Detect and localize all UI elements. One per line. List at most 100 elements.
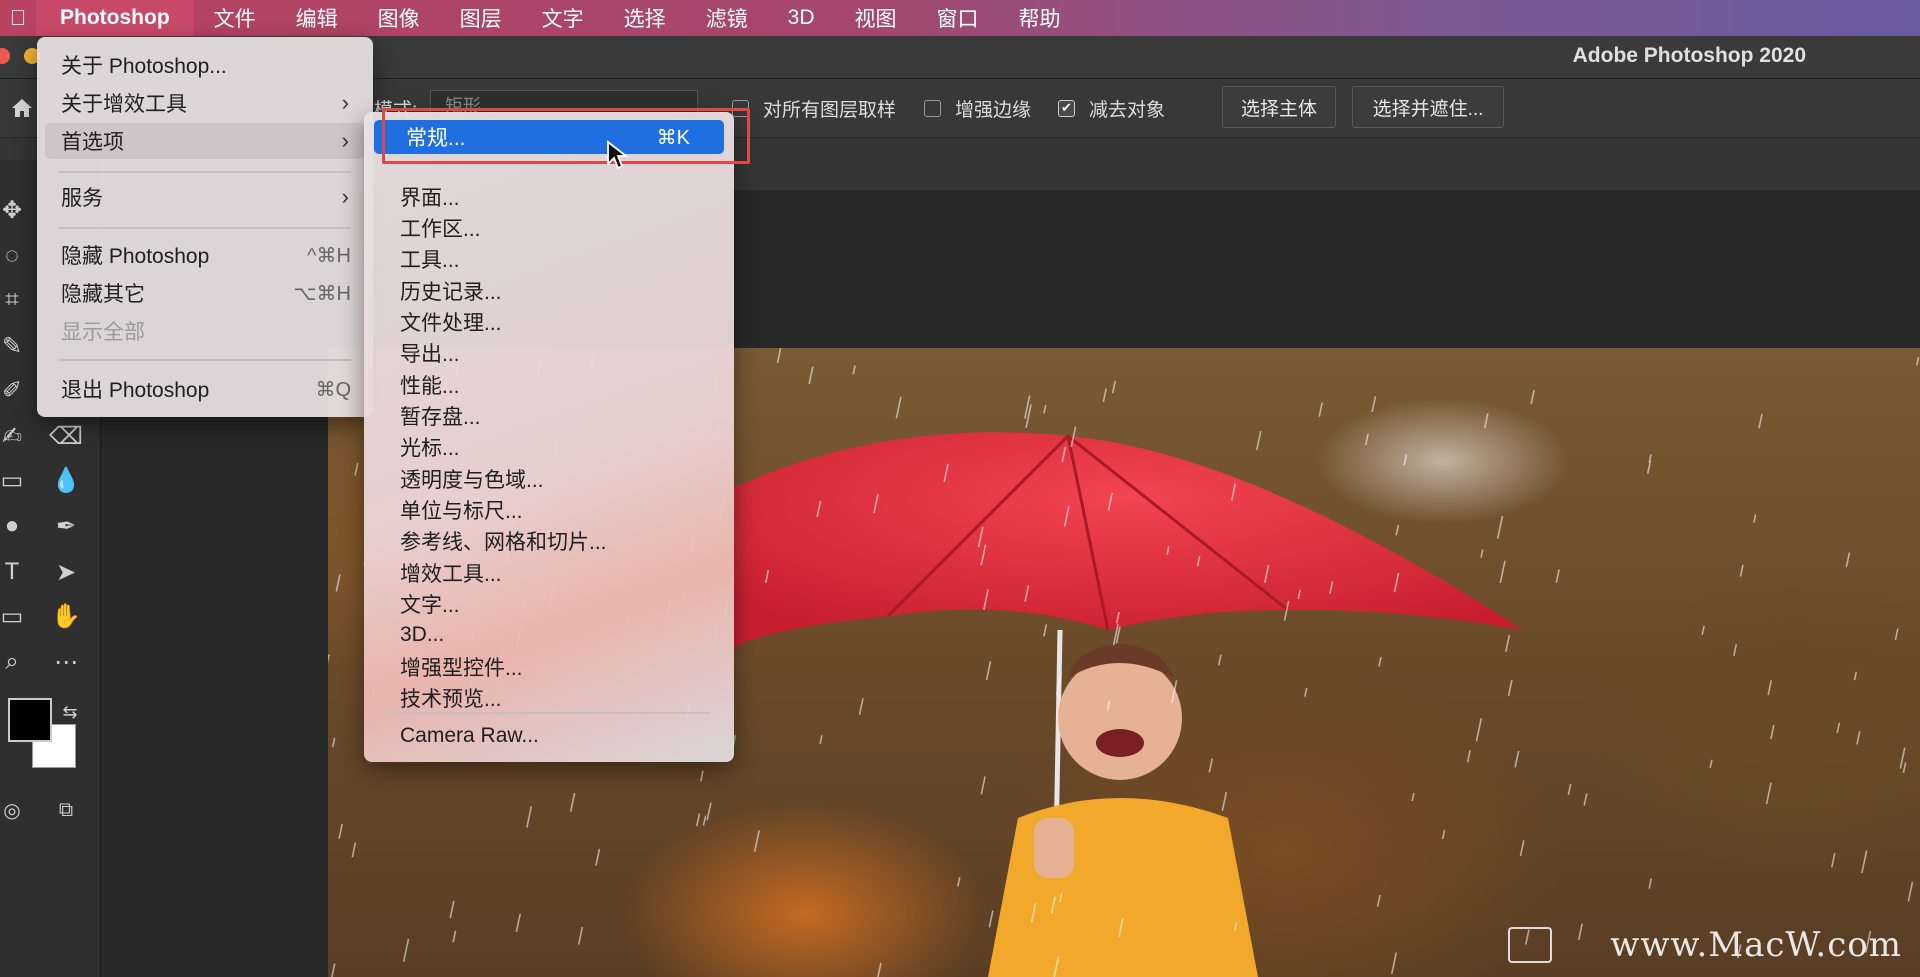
rain-streak <box>1567 783 1572 796</box>
brush-tool-icon[interactable]: ✐ <box>0 370 32 410</box>
rain-streak <box>577 926 584 945</box>
rain-streak <box>1221 792 1228 812</box>
path-select-tool-icon[interactable]: ➤ <box>46 552 86 592</box>
pref-item-camera-raw[interactable]: Camera Raw... <box>400 721 539 751</box>
menu-photoshop[interactable]: Photoshop <box>36 0 194 36</box>
rain-streak <box>1475 718 1483 742</box>
zoom-tool-icon[interactable]: ⌕ <box>0 642 32 682</box>
menu-item-quit-photoshop[interactable]: 退出 Photoshop ⌘Q <box>45 371 365 407</box>
rain-streak <box>1318 402 1323 417</box>
home-icon[interactable] <box>2 88 42 128</box>
rain-streak <box>957 876 961 887</box>
pref-item-enhanced-controls[interactable]: 增强型控件... <box>400 652 523 682</box>
hand-tool-icon[interactable]: ✋ <box>46 596 86 636</box>
apple-icon[interactable]:  <box>0 0 36 36</box>
pen-tool-icon[interactable]: ✒ <box>46 506 86 546</box>
sample-all-layers-checkbox[interactable]: 对所有图层取样 <box>732 79 896 137</box>
pref-item-plugins[interactable]: 增效工具... <box>400 558 502 588</box>
rain-streak <box>1739 564 1744 577</box>
rain-streak <box>595 848 601 866</box>
menu-view[interactable]: 视图 <box>835 0 917 36</box>
menu-select[interactable]: 选择 <box>604 0 686 36</box>
dodge-tool-icon[interactable]: ● <box>0 506 32 546</box>
pref-item-file-handling[interactable]: 文件处理... <box>400 307 502 337</box>
rain-streak <box>1043 404 1047 414</box>
select-and-mask-button[interactable]: 选择并遮住... <box>1352 86 1504 128</box>
rain-streak <box>700 770 704 782</box>
menu-3d[interactable]: 3D <box>768 0 835 36</box>
preferences-submenu: 界面... 工作区... 工具... 历史记录... 文件处理... 导出...… <box>364 112 734 762</box>
quick-mask-icon[interactable]: ◎ <box>0 790 32 830</box>
pref-item-workspace[interactable]: 工作区... <box>400 213 481 243</box>
highlight-box <box>382 108 750 164</box>
type-tool-icon[interactable]: T <box>0 552 32 592</box>
rectangle-tool-icon[interactable]: ▭ <box>0 596 32 636</box>
menu-filter[interactable]: 滤镜 <box>686 0 768 36</box>
pref-item-units-rulers[interactable]: 单位与标尺... <box>400 495 523 525</box>
move-tool-icon[interactable]: ✥ <box>0 190 32 230</box>
menu-window[interactable]: 窗口 <box>917 0 999 36</box>
rain-streak <box>1902 762 1907 773</box>
menu-separator <box>59 359 351 361</box>
rain-streak <box>895 396 902 419</box>
rain-streak <box>753 830 760 852</box>
pref-item-history[interactable]: 历史记录... <box>400 276 502 306</box>
rain-streak <box>702 815 707 826</box>
rain-streak <box>1371 396 1377 413</box>
pref-item-tools[interactable]: 工具... <box>400 244 460 274</box>
menu-item-about-photoshop[interactable]: 关于 Photoshop... <box>45 47 365 83</box>
subtract-label: 减去对象 <box>1089 99 1166 121</box>
more-tools-icon[interactable]: ⋯ <box>46 642 86 682</box>
rain-streak <box>1378 657 1382 667</box>
gradient-tool-icon[interactable]: ▭ <box>0 460 32 500</box>
menu-item-preferences[interactable]: 首选项 › <box>45 123 365 159</box>
enhance-edge-checkbox[interactable]: 增强边缘 <box>924 79 1031 137</box>
menu-edit[interactable]: 编辑 <box>276 0 358 36</box>
select-subject-button[interactable]: 选择主体 <box>1222 86 1336 128</box>
watermark-text: www.MacW.com <box>1610 925 1902 965</box>
eyedropper-tool-icon[interactable]: ✎ <box>0 326 32 366</box>
pref-item-cursors[interactable]: 光标... <box>400 432 460 462</box>
rain-streak <box>1830 852 1836 868</box>
pref-item-interface[interactable]: 界面... <box>400 182 460 212</box>
blur-tool-icon[interactable]: 💧 <box>46 460 86 500</box>
screen-mode-icon[interactable]: ⧉ <box>46 790 86 830</box>
stamp-tool-icon[interactable]: ✍ <box>0 416 32 456</box>
menu-item-label: 关于增效工具 <box>61 93 187 116</box>
rain-streak <box>515 913 522 932</box>
crop-tool-icon[interactable]: ⌗ <box>0 280 32 320</box>
rain-streak <box>852 365 856 375</box>
menu-item-label: 关于 Photoshop... <box>61 55 227 78</box>
rain-streak <box>1466 750 1471 763</box>
menu-image[interactable]: 图像 <box>358 0 440 36</box>
pref-item-scratch-disks[interactable]: 暂存盘... <box>400 401 481 431</box>
rain-streak <box>1583 793 1588 806</box>
menu-item-services[interactable]: 服务 › <box>45 179 365 215</box>
menu-item-label: 首选项 <box>61 131 124 154</box>
pref-item-type[interactable]: 文字... <box>400 589 460 619</box>
pref-item-performance[interactable]: 性能... <box>400 370 460 400</box>
chevron-right-icon: › <box>341 90 349 115</box>
pref-item-3d[interactable]: 3D... <box>400 620 444 650</box>
pref-item-guides-grid-slices[interactable]: 参考线、网格和切片... <box>400 526 607 556</box>
rain-streak <box>985 661 992 681</box>
subtract-object-checkbox[interactable]: ✔ 减去对象 <box>1058 79 1165 137</box>
menu-file[interactable]: 文件 <box>194 0 276 36</box>
rain-streak <box>1519 840 1525 857</box>
menu-item-hide-photoshop[interactable]: 隐藏 Photoshop ^⌘H <box>45 237 365 273</box>
rain-streak <box>858 697 864 716</box>
menu-item-hide-others[interactable]: 隐藏其它 ⌥⌘H <box>45 275 365 311</box>
watermark-logo-icon <box>1508 927 1552 963</box>
lasso-tool-icon[interactable]: ◌ <box>0 236 32 276</box>
menu-item-about-plugins[interactable]: 关于增效工具 › <box>45 85 365 121</box>
pref-item-transparency-gamut[interactable]: 透明度与色域... <box>400 464 544 494</box>
rain-streak <box>328 654 330 670</box>
pref-item-export[interactable]: 导出... <box>400 338 460 368</box>
menu-type[interactable]: 文字 <box>522 0 604 36</box>
menu-shortcut: ^⌘H <box>307 244 351 267</box>
menu-help[interactable]: 帮助 <box>999 0 1081 36</box>
menu-layer[interactable]: 图层 <box>440 0 522 36</box>
pref-item-technology-previews[interactable]: 技术预览... <box>400 683 502 713</box>
eraser-tool-icon[interactable]: ⌫ <box>46 416 86 456</box>
foreground-color-swatch[interactable] <box>8 698 52 742</box>
